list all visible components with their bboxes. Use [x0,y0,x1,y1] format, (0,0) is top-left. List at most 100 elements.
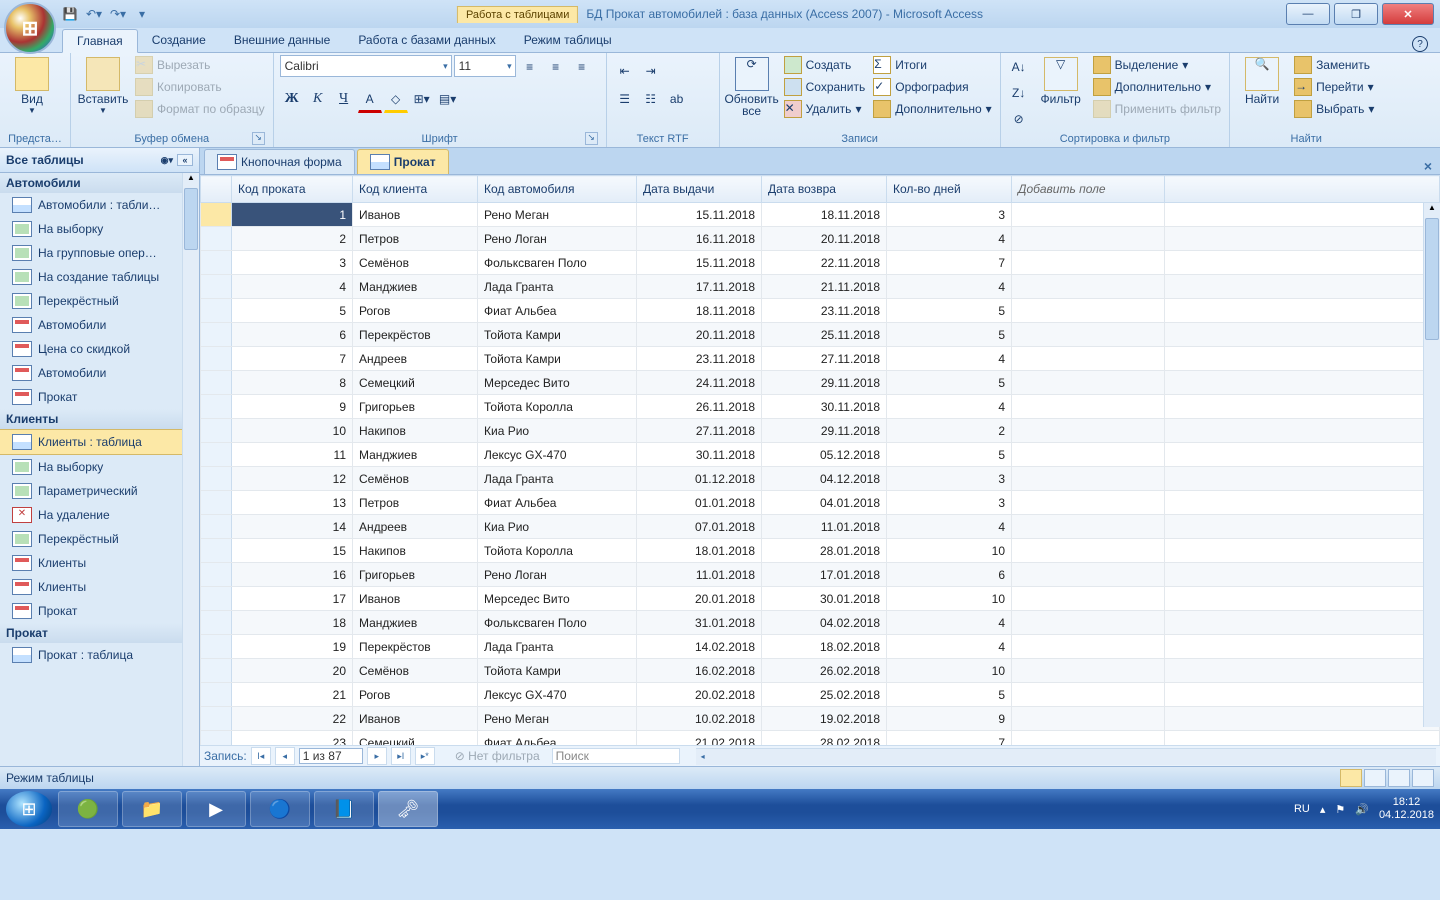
cell-date[interactable]: 20.01.2018 [637,587,762,611]
row-selector[interactable] [201,275,232,299]
row-selector[interactable] [201,419,232,443]
table-row[interactable]: 22ИвановРено Меган10.02.201819.02.20189 [201,707,1440,731]
tray-volume-icon[interactable]: 🔊 [1355,803,1369,816]
row-selector[interactable] [201,539,232,563]
align-left-icon[interactable]: ≡ [518,55,542,79]
cell-id[interactable]: 23 [232,731,353,746]
table-row[interactable]: 12СемёновЛада Гранта01.12.201804.12.2018… [201,467,1440,491]
cell-date[interactable]: 22.11.2018 [762,251,887,275]
cell-id[interactable]: 14 [232,515,353,539]
column-header[interactable]: Код проката [232,176,353,203]
cell-client[interactable]: Андреев [353,347,478,371]
cell-id[interactable]: 4 [232,275,353,299]
cell-car[interactable]: Фиат Альбеа [478,491,637,515]
fill-color-button[interactable]: ◇ [384,87,408,113]
column-header[interactable]: Дата возвра [762,176,887,203]
font-color-button[interactable]: A [358,87,382,113]
cell-days[interactable]: 4 [887,515,1012,539]
nav-group-header[interactable]: Прокат⌃ [0,623,199,643]
row-selector[interactable] [201,731,232,746]
cell-car[interactable]: Киа Рио [478,419,637,443]
table-row[interactable]: 3СемёновФольксваген Поло15.11.201822.11.… [201,251,1440,275]
table-row[interactable]: 20СемёновТойота Камри16.02.201826.02.201… [201,659,1440,683]
prev-record-button[interactable]: ◂ [275,747,295,765]
datasheet-view-button[interactable] [1340,769,1362,787]
cell-id[interactable]: 5 [232,299,353,323]
nav-header[interactable]: Все таблицы◉▾ « [0,148,199,173]
row-selector[interactable] [201,587,232,611]
row-selector[interactable] [201,683,232,707]
font-dialog-launcher[interactable]: ↘ [585,132,598,145]
column-header[interactable]: Код автомобиля [478,176,637,203]
nav-group-header[interactable]: Автомобили⌃ [0,173,199,193]
cell-car[interactable]: Киа Рио [478,515,637,539]
row-selector[interactable] [201,443,232,467]
cell-date[interactable]: 20.02.2018 [637,683,762,707]
cell-date[interactable]: 30.01.2018 [762,587,887,611]
cell-id[interactable]: 8 [232,371,353,395]
nav-item[interactable]: На удаление [0,503,199,527]
office-button[interactable]: ⊞ [4,2,56,54]
italic-button[interactable]: К [306,87,330,111]
advanced-filter-button[interactable]: Дополнительно▾ [1091,77,1223,97]
nav-item[interactable]: На групповые опер… [0,241,199,265]
menu-tab-2[interactable]: Внешние данные [220,29,345,52]
cell-client[interactable]: Семёнов [353,467,478,491]
cell-car[interactable]: Рено Логан [478,227,637,251]
cell-date[interactable]: 07.01.2018 [637,515,762,539]
toggle-filter-button[interactable]: Применить фильтр [1091,99,1223,119]
column-header[interactable]: Добавить поле [1012,176,1165,203]
table-row[interactable]: 16ГригорьевРено Логан11.01.201817.01.201… [201,563,1440,587]
task-word[interactable]: 📘 [314,791,374,827]
cell-client[interactable]: Перекрёстов [353,323,478,347]
menu-tab-1[interactable]: Создание [138,29,220,52]
data-grid[interactable]: Код прокатаКод клиентаКод автомобиляДата… [200,175,1440,745]
cell-days[interactable]: 10 [887,659,1012,683]
table-row[interactable]: 11МанджиевЛексус GX-47030.11.201805.12.2… [201,443,1440,467]
table-row[interactable]: 17ИвановМерседес Вито20.01.201830.01.201… [201,587,1440,611]
table-row[interactable]: 13ПетровФиат Альбеа01.01.201804.01.20183 [201,491,1440,515]
select-button[interactable]: Выбрать▾ [1292,99,1376,119]
cell-date[interactable]: 21.02.2018 [637,731,762,746]
cell-days[interactable]: 5 [887,371,1012,395]
grid-hscrollbar[interactable]: ◂ [696,748,1436,765]
table-row[interactable]: 18МанджиевФольксваген Поло31.01.201804.0… [201,611,1440,635]
minimize-button[interactable]: — [1286,3,1330,25]
row-selector[interactable] [201,227,232,251]
cell-date[interactable]: 14.02.2018 [637,635,762,659]
table-row[interactable]: 8СемецкийМерседес Вито24.11.201829.11.20… [201,371,1440,395]
sort-desc-icon[interactable]: Z↓ [1007,81,1031,105]
row-selector[interactable] [201,323,232,347]
cell-id[interactable]: 10 [232,419,353,443]
font-size-combo[interactable]: 11 [454,55,516,77]
cell-date[interactable]: 28.01.2018 [762,539,887,563]
table-row[interactable]: 14АндреевКиа Рио07.01.201811.01.20184 [201,515,1440,539]
row-selector[interactable] [201,611,232,635]
row-selector[interactable] [201,203,232,227]
cell-date[interactable]: 11.01.2018 [762,515,887,539]
cell-date[interactable]: 26.11.2018 [637,395,762,419]
cell-date[interactable]: 25.02.2018 [762,683,887,707]
table-row[interactable]: 5РоговФиат Альбеа18.11.201823.11.20185 [201,299,1440,323]
cell-car[interactable]: Фольксваген Поло [478,611,637,635]
sort-asc-icon[interactable]: A↓ [1007,55,1031,79]
row-selector[interactable] [201,635,232,659]
gridlines-button[interactable]: ⊞▾ [410,87,434,111]
cell-id[interactable]: 11 [232,443,353,467]
cell-date[interactable]: 04.12.2018 [762,467,887,491]
doc-tab-table[interactable]: Прокат [357,149,449,174]
table-row[interactable]: 10НакиповКиа Рио27.11.201829.11.20182 [201,419,1440,443]
cell-client[interactable]: Манджиев [353,275,478,299]
decrease-indent-icon[interactable]: ⇤ [613,59,637,83]
row-selector[interactable] [201,299,232,323]
table-row[interactable]: 1ИвановРено Меган15.11.201818.11.20183 [201,203,1440,227]
menu-tab-4[interactable]: Режим таблицы [510,29,626,52]
save-record-button[interactable]: Сохранить [782,77,868,97]
cell-car[interactable]: Тойота Камри [478,347,637,371]
cell-id[interactable]: 7 [232,347,353,371]
row-selector[interactable] [201,251,232,275]
filter-button[interactable]: ▽Фильтр [1035,55,1087,107]
cell-date[interactable]: 23.11.2018 [637,347,762,371]
format-painter-button[interactable]: Формат по образцу [133,99,267,119]
cell-date[interactable]: 27.11.2018 [762,347,887,371]
